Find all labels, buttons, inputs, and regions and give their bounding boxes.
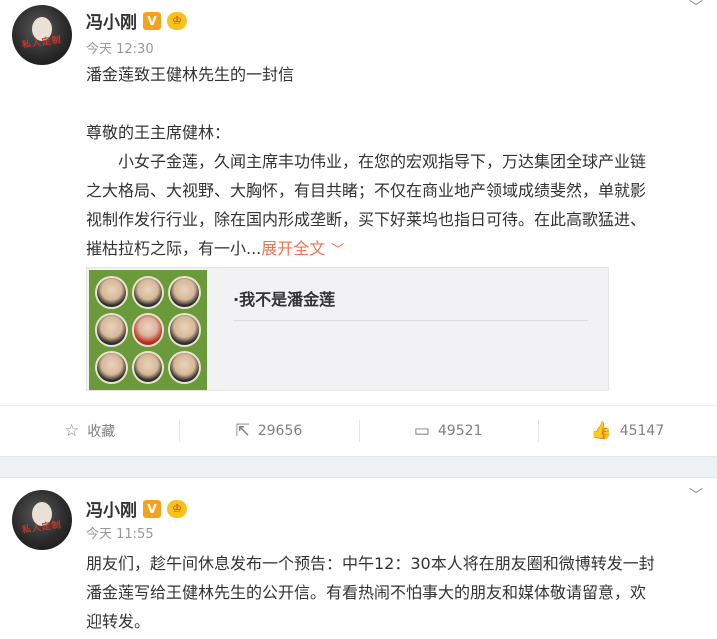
poster-portrait: [95, 313, 128, 347]
poster-portrait: [95, 276, 128, 310]
favorite-button[interactable]: ☆ 收藏: [0, 406, 179, 456]
text-line: 视制作发行行业，除在国内形成垄断，买下好莱坞也指日可待。在此高歌猛进、: [86, 210, 647, 229]
verified-icon: V: [143, 11, 161, 30]
text-line: 潘金莲写给王健林先生的公开信。有看热闹不怕事大的朋友和媒体敬请留意，欢: [86, 583, 647, 602]
text-line-last: 摧枯拉朽之际，有一小...展开全文 ﹀: [86, 234, 706, 265]
repost-button[interactable]: ⇱ 29656: [179, 406, 358, 456]
post-timestamp[interactable]: 今天 12:30: [86, 38, 154, 57]
card-title[interactable]: ·我不是潘金莲: [233, 286, 335, 310]
author-name[interactable]: 冯小刚: [86, 496, 137, 521]
poster-portrait: [131, 276, 165, 310]
author-line: 冯小刚 V ♔: [86, 496, 187, 521]
poster-portrait: [168, 313, 201, 347]
post-action-bar: ☆ 收藏 ⇱ 29656 ▭ 49521 👍 45147: [0, 405, 717, 456]
repost-count: 29656: [257, 423, 303, 439]
comment-count: 49521: [437, 423, 483, 439]
text-line: 之大格局、大视野、大胸怀，有目共睹；不仅在商业地产领域成绩斐然，单就影: [86, 181, 647, 200]
author-line: 冯小刚 V ♔: [86, 8, 187, 33]
movie-poster-image: [89, 270, 207, 390]
like-button[interactable]: 👍 45147: [537, 406, 717, 456]
poster-portrait: [95, 350, 128, 384]
author-avatar[interactable]: 私人定制: [12, 490, 72, 550]
poster-portrait: [168, 350, 201, 384]
poster-portrait: [168, 276, 201, 310]
avatar-text: 私人定制: [21, 520, 63, 536]
like-count: 45147: [619, 423, 665, 439]
weibo-post: 私人定制 冯小刚 V ♔ 今天 11:55 ﹀ 朋友们，趁午间休息发布一个预告：…: [0, 478, 717, 639]
text-line-truncated: 摧枯拉朽之际，有一小...: [86, 239, 262, 258]
favorite-label: 收藏: [87, 424, 116, 440]
comment-icon: ▭: [413, 421, 430, 441]
movie-link-card[interactable]: ·我不是潘金莲: [86, 267, 609, 391]
card-divider: [233, 320, 588, 321]
star-icon: ☆: [64, 421, 80, 441]
feed-separator: [0, 456, 717, 478]
author-name[interactable]: 冯小刚: [86, 8, 137, 33]
post-timestamp[interactable]: 今天 11:55: [86, 523, 154, 542]
letter-salutation: 尊敬的王主席健林：: [86, 123, 231, 142]
weibo-post: 私人定制 冯小刚 V ♔ 今天 12:30 ﹀ 潘金莲致王健林先生的一封信 尊敬…: [0, 0, 717, 456]
chevron-down-icon[interactable]: ﹀: [685, 0, 707, 16]
poster-portrait-center: [131, 313, 165, 347]
comment-button[interactable]: ▭ 49521: [358, 406, 538, 456]
letter-title: 潘金莲致王健林先生的一封信: [86, 65, 295, 84]
vip-icon: ♔: [167, 11, 187, 30]
chevron-down-icon[interactable]: ﹀: [685, 488, 707, 504]
text-line: 朋友们，趁午间休息发布一个预告：中午12：30本人将在朋友圈和微博转发一封: [86, 554, 655, 573]
verified-icon: V: [143, 499, 161, 518]
vip-icon: ♔: [167, 499, 187, 518]
expand-chevron-icon[interactable]: ﹀: [331, 243, 344, 258]
repost-icon: ⇱: [235, 421, 250, 441]
post-text: 朋友们，趁午间休息发布一个预告：中午12：30本人将在朋友圈和微博转发一封 潘金…: [86, 549, 706, 636]
avatar-text: 私人定制: [21, 35, 63, 51]
text-line: 小女子金莲，久闻主席丰功伟业，在您的宏观指导下，万达集团全球产业链: [118, 152, 647, 171]
expand-full-text-link[interactable]: 展开全文: [261, 239, 325, 258]
post-text: 潘金莲致王健林先生的一封信 尊敬的王主席健林： 小女子金莲，久闻主席丰功伟业，在…: [86, 60, 706, 265]
thumbs-up-icon: 👍: [590, 421, 612, 441]
text-line: 迎转发。: [86, 612, 151, 631]
poster-portrait: [131, 350, 165, 384]
author-avatar[interactable]: 私人定制: [12, 5, 72, 65]
